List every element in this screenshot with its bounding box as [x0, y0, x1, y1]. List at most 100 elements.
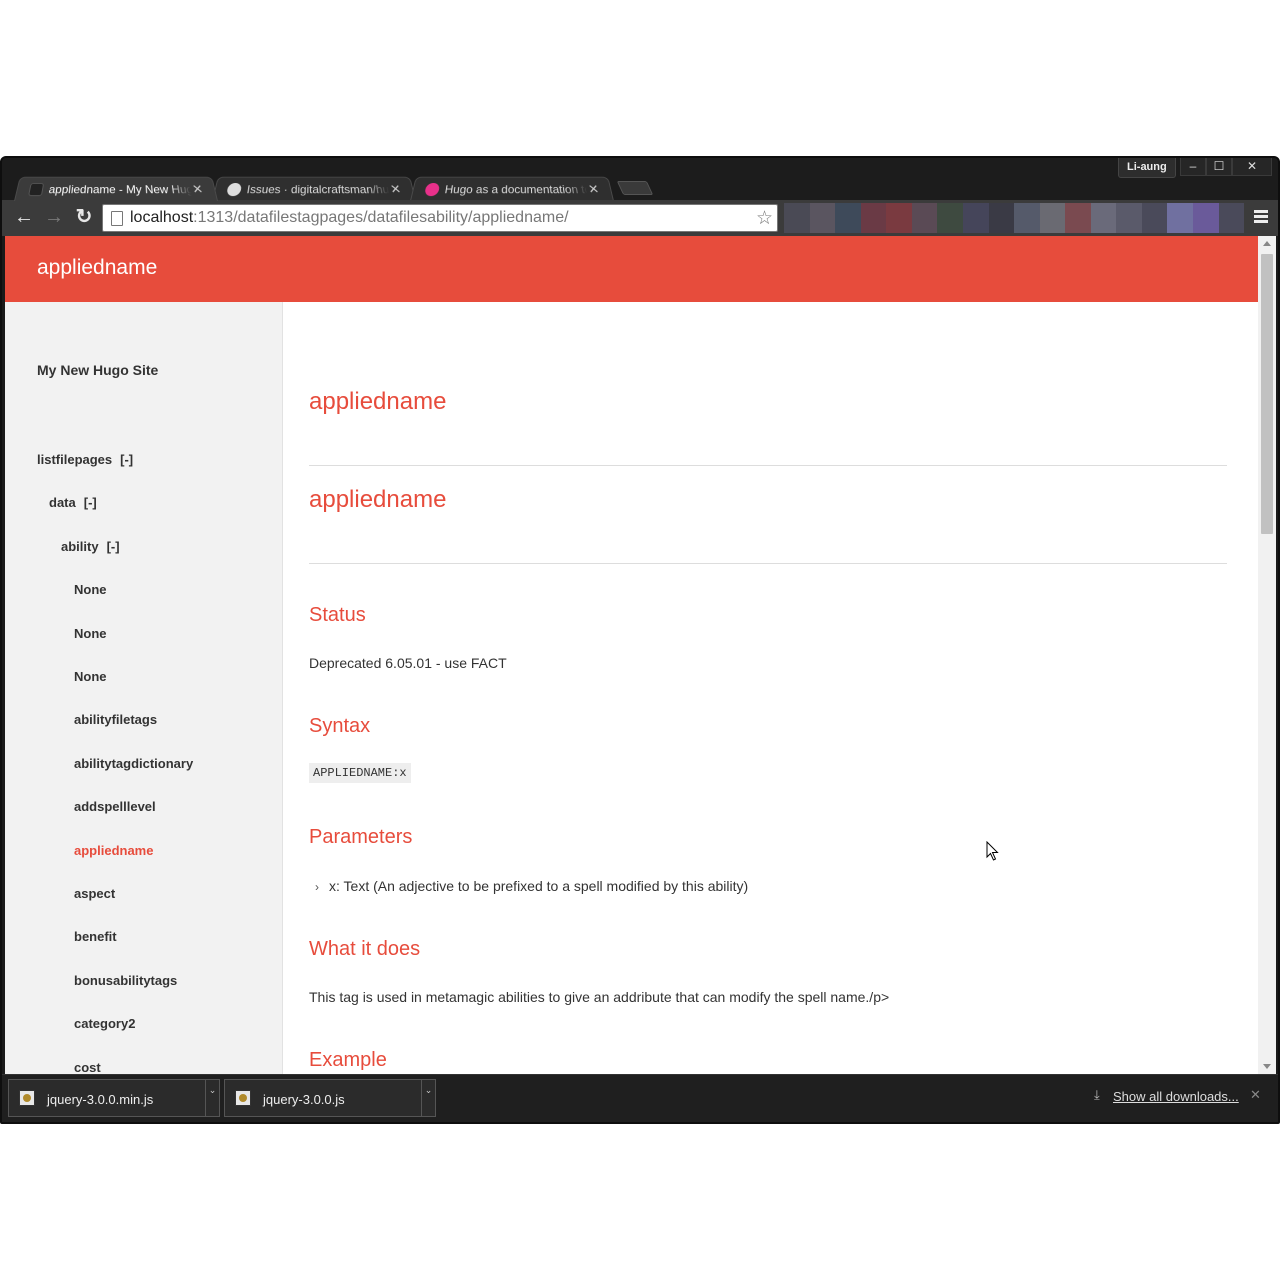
sidebar-item-addspelllevel[interactable]: addspelllevel	[74, 799, 156, 814]
sidebar-item-cost[interactable]: cost	[74, 1060, 101, 1074]
collapse-toggle[interactable]: [-]	[84, 495, 97, 510]
bookmark-item[interactable]	[784, 203, 810, 233]
sidebar-item-bonusabilitytags[interactable]: bonusabilitytags	[74, 973, 177, 988]
bookmark-item[interactable]	[1014, 203, 1040, 233]
divider	[309, 465, 1227, 466]
bookmark-star-icon[interactable]: ☆	[756, 207, 773, 230]
tab-title: appliedname - My New Hugo Site	[47, 182, 193, 197]
sidebar-item-abilitytagdictionary[interactable]: abilitytagdictionary	[74, 756, 193, 771]
download-options-arrow-icon[interactable]: ⌄	[205, 1080, 219, 1116]
bookmark-item[interactable]	[886, 203, 912, 233]
sidebar-item-ability[interactable]: ability [-]	[61, 539, 120, 554]
browser-toolbar: ← → ↻ localhost:1313/datafilestagpages/d…	[2, 200, 1278, 236]
download-filename: jquery-3.0.0.min.js	[47, 1092, 154, 1107]
page-viewport: appliedname My New Hugo Site listfilepag…	[5, 236, 1258, 1074]
bookmark-item[interactable]	[1193, 203, 1219, 233]
status-text: Deprecated 6.05.01 - use FACT	[309, 655, 507, 671]
bookmark-item[interactable]	[1167, 203, 1193, 233]
divider	[309, 563, 1227, 564]
bookmark-item[interactable]	[1090, 203, 1117, 233]
show-all-downloads-link[interactable]: Show all downloads...	[1113, 1089, 1239, 1104]
js-file-icon	[235, 1090, 251, 1106]
title-bar: Li-aung – ☐ ✕ appliedname - My New Hugo …	[2, 158, 1278, 201]
menu-icon[interactable]	[1254, 210, 1268, 226]
bookmark-item[interactable]	[809, 203, 836, 233]
sidebar-item-label: None	[74, 669, 107, 684]
scroll-thumb[interactable]	[1261, 254, 1273, 534]
forward-arrow-icon[interactable]: →	[42, 206, 66, 230]
sidebar-item-label: aspect	[74, 886, 116, 901]
reload-icon[interactable]: ↻	[72, 206, 96, 230]
main-content: appliedname appliedname Status Deprecate…	[283, 302, 1253, 1074]
tab-strip: appliedname - My New Hugo Site ✕ Issues …	[14, 175, 654, 201]
profile-badge[interactable]: Li-aung	[1118, 158, 1176, 178]
close-window-button[interactable]: ✕	[1232, 158, 1272, 176]
bookmark-item[interactable]	[1039, 203, 1066, 233]
maximize-button[interactable]: ☐	[1206, 158, 1232, 176]
sidebar-item-label: appliedname	[74, 842, 154, 858]
sidebar-item-none[interactable]: None	[74, 669, 107, 684]
syntax-heading: Syntax	[309, 715, 371, 737]
sidebar-item-listfilepages[interactable]: listfilepages [-]	[37, 452, 133, 467]
download-shelf: jquery-3.0.0.min.js ⌄ jquery-3.0.0.js ⌄ …	[2, 1074, 1278, 1122]
sidebar-item-none[interactable]: None	[74, 582, 107, 597]
bookmark-item[interactable]	[911, 203, 938, 233]
page-icon	[111, 211, 123, 226]
bookmark-item[interactable]	[1218, 203, 1245, 233]
sidebar-item-data[interactable]: data [-]	[49, 495, 97, 510]
minimize-button[interactable]: –	[1180, 158, 1206, 176]
sidebar-item-label: category2	[74, 1016, 136, 1032]
collapse-toggle[interactable]: [-]	[107, 539, 120, 554]
js-file-icon	[19, 1090, 35, 1106]
sidebar-item-benefit[interactable]: benefit	[74, 929, 117, 944]
bookmark-item[interactable]	[962, 203, 989, 233]
page-favicon-icon	[28, 182, 45, 197]
url-path: :1313/datafilestagpages/datafilesability…	[193, 209, 569, 226]
download-item[interactable]: jquery-3.0.0.min.js ⌄	[8, 1079, 220, 1117]
sidebar-item-label: cost	[74, 1059, 101, 1074]
sidebar-item-appliedname[interactable]: appliedname	[74, 843, 153, 858]
close-shelf-icon[interactable]: ✕	[1250, 1087, 1261, 1103]
sidebar-item-category2[interactable]: category2	[74, 1016, 135, 1031]
sidebar-item-aspect[interactable]: aspect	[74, 886, 115, 901]
bookmark-item[interactable]	[860, 203, 887, 233]
download-icon: ⤓	[1094, 1087, 1100, 1102]
bookmark-item[interactable]	[937, 203, 963, 233]
bookmark-item[interactable]	[835, 203, 861, 233]
address-bar[interactable]: localhost:1313/datafilestagpages/datafil…	[102, 204, 778, 232]
tab-hugo-docs[interactable]: Hugo as a documentation tool ✕	[410, 176, 614, 201]
page-subtitle: appliedname	[309, 486, 447, 513]
what-it-does-text: This tag is used in metamagic abilities …	[309, 989, 890, 1005]
browser-window: Li-aung – ☐ ✕ appliedname - My New Hugo …	[0, 156, 1280, 1124]
sidebar-item-label: benefit	[74, 929, 117, 945]
sidebar-item-label: abilitytagdictionary	[74, 755, 194, 771]
bookmark-item[interactable]	[1065, 203, 1091, 233]
tab-title: Hugo as a documentation tool	[443, 182, 589, 197]
bookmark-item[interactable]	[1116, 203, 1142, 233]
collapse-toggle[interactable]: [-]	[120, 452, 133, 467]
scroll-up-arrow-icon[interactable]	[1263, 241, 1271, 246]
tab-title: Issues · digitalcraftsman/hugo-material-…	[245, 182, 391, 197]
download-options-arrow-icon[interactable]: ⌄	[421, 1080, 435, 1116]
parameter-text: x: Text (An adjective to be prefixed to …	[329, 878, 749, 894]
what-it-does-heading: What it does	[309, 938, 421, 960]
download-item[interactable]: jquery-3.0.0.js ⌄	[224, 1079, 436, 1117]
parameter-item: › x: Text (An adjective to be prefixed to…	[315, 878, 748, 894]
window-controls: – ☐ ✕	[1180, 158, 1272, 176]
sidebar-item-abilityfiletags[interactable]: abilityfiletags	[74, 712, 157, 727]
bookmark-item[interactable]	[1141, 203, 1168, 233]
site-title[interactable]: My New Hugo Site	[37, 362, 158, 378]
page-scrollbar[interactable]	[1258, 236, 1276, 1074]
bookmark-item[interactable]	[988, 203, 1015, 233]
sidebar-item-label: data	[49, 495, 76, 511]
scroll-down-arrow-icon[interactable]	[1263, 1064, 1271, 1069]
status-heading: Status	[309, 604, 366, 626]
example-heading: Example	[309, 1049, 387, 1071]
new-tab-button[interactable]	[616, 181, 654, 195]
url-host: localhost	[130, 209, 194, 226]
back-arrow-icon[interactable]: ←	[12, 206, 36, 230]
url-text[interactable]: localhost:1313/datafilestagpages/datafil…	[130, 209, 569, 227]
tab-issues[interactable]: Issues · digitalcraftsman/hugo-material-…	[212, 176, 416, 201]
sidebar-item-none[interactable]: None	[74, 626, 107, 641]
tab-appliedname[interactable]: appliedname - My New Hugo Site ✕	[14, 176, 218, 201]
